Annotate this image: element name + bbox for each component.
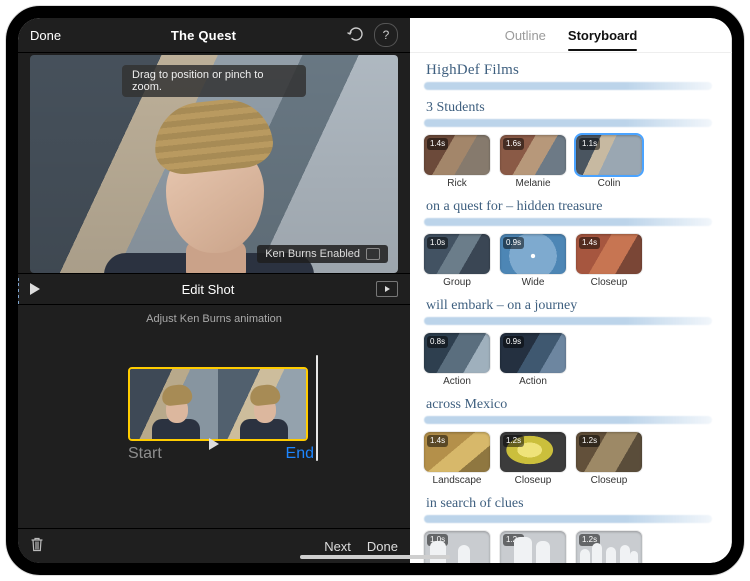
clip-duration: 1.6s bbox=[503, 138, 524, 150]
divider-brush bbox=[424, 511, 718, 525]
clip-thumbnail[interactable]: 1.2s bbox=[576, 531, 642, 563]
clip[interactable]: 1.2sMedium bbox=[500, 531, 566, 563]
clip-duration: 0.8s bbox=[427, 336, 448, 348]
divider-brush bbox=[424, 313, 718, 327]
clip-label: Closeup bbox=[591, 277, 628, 288]
end-frame[interactable] bbox=[218, 369, 306, 439]
editor-panel: Done The Quest ? Drag to position or pin… bbox=[18, 18, 410, 563]
clip[interactable]: 1.1s Colin bbox=[576, 135, 642, 189]
clip-duration: 0.9s bbox=[503, 237, 524, 249]
clip-thumbnail[interactable]: 1.2s bbox=[500, 432, 566, 472]
play-button[interactable] bbox=[209, 437, 219, 455]
home-indicator[interactable] bbox=[300, 555, 450, 559]
clip[interactable]: 1.6s Melanie bbox=[500, 135, 566, 189]
clip-row: 1.4s Landscape 1.2s Closeup 1.2s Closeup bbox=[424, 432, 718, 486]
clip-label: Melanie bbox=[515, 178, 550, 189]
silhouette-icon bbox=[576, 531, 642, 563]
split-grabber[interactable] bbox=[18, 278, 23, 304]
clip[interactable]: 1.2s Closeup bbox=[576, 432, 642, 486]
next-button[interactable]: Next bbox=[324, 539, 351, 554]
start-label[interactable]: Start bbox=[128, 445, 162, 463]
clip[interactable]: 0.9s Action bbox=[500, 333, 566, 387]
play-icon[interactable] bbox=[30, 283, 40, 295]
clip-thumbnail[interactable]: 1.4s bbox=[576, 234, 642, 274]
clip-duration: 1.2s bbox=[579, 435, 600, 447]
ken-burns-subtitle: Adjust Ken Burns animation bbox=[18, 305, 410, 325]
clip-row: 1.4s Rick 1.6s Melanie 1.1s Colin bbox=[424, 135, 718, 189]
done-button[interactable]: Done bbox=[30, 28, 61, 43]
clip-label: Colin bbox=[598, 178, 621, 189]
clip-duration: 1.0s bbox=[427, 237, 448, 249]
crop-icon bbox=[366, 248, 380, 260]
divider-brush bbox=[424, 214, 718, 228]
clip-row: 0.8s Action 0.9s Action bbox=[424, 333, 718, 387]
divider-brush bbox=[424, 412, 718, 426]
undo-button[interactable] bbox=[346, 25, 366, 46]
bottom-done-button[interactable]: Done bbox=[367, 539, 398, 554]
edit-shot-title: Edit Shot bbox=[40, 282, 376, 297]
right-tabs: Outline Storyboard bbox=[410, 18, 732, 53]
clip[interactable]: 0.9s Wide bbox=[500, 234, 566, 288]
clip-row: 1.0sWide1.2sMedium1.2sGroup bbox=[424, 531, 718, 563]
clip-label: Rick bbox=[447, 178, 466, 189]
storyboard-panel: Outline Storyboard HighDef Films 3 Stude… bbox=[410, 18, 732, 563]
clip[interactable]: 1.0s Group bbox=[424, 234, 490, 288]
clip-thumbnail[interactable]: 0.8s bbox=[424, 333, 490, 373]
ken-burns-frames[interactable] bbox=[128, 367, 308, 441]
clip-thumbnail[interactable]: 1.4s bbox=[424, 135, 490, 175]
clip-thumbnail[interactable]: 0.9s bbox=[500, 333, 566, 373]
start-frame[interactable] bbox=[130, 369, 218, 439]
clip-thumbnail[interactable]: 1.2s bbox=[576, 432, 642, 472]
project-title: The Quest bbox=[69, 28, 338, 43]
video-preview[interactable]: Drag to position or pinch to zoom. Ken B… bbox=[30, 55, 398, 273]
clip-duration: 1.4s bbox=[427, 138, 448, 150]
clip-thumbnail[interactable]: 0.9s bbox=[500, 234, 566, 274]
ken-burns-editor: Start End bbox=[18, 325, 410, 485]
clip[interactable]: 1.4s Closeup bbox=[576, 234, 642, 288]
clip-thumbnail[interactable]: 1.2s bbox=[500, 531, 566, 563]
clip[interactable]: 1.4s Landscape bbox=[424, 432, 490, 486]
clip-label: Landscape bbox=[433, 475, 482, 486]
clip-duration: 1.2s bbox=[503, 435, 524, 447]
trash-button[interactable] bbox=[30, 536, 44, 556]
clip-duration: 1.4s bbox=[427, 435, 448, 447]
tab-outline[interactable]: Outline bbox=[505, 28, 546, 43]
edit-shot-bar: Edit Shot bbox=[18, 273, 410, 305]
clip-duration: 0.9s bbox=[503, 336, 524, 348]
gesture-hint: Drag to position or pinch to zoom. bbox=[122, 65, 306, 97]
clip-row: 1.0s Group 0.9s Wide 1.4s Closeup bbox=[424, 234, 718, 288]
ipad-device: Done The Quest ? Drag to position or pin… bbox=[6, 6, 744, 575]
clip-duration: 1.4s bbox=[579, 237, 600, 249]
clip-label: Action bbox=[443, 376, 471, 387]
clip[interactable]: 1.2sGroup bbox=[576, 531, 642, 563]
screen: Done The Quest ? Drag to position or pin… bbox=[18, 18, 732, 563]
playhead[interactable] bbox=[316, 355, 318, 461]
end-label[interactable]: End bbox=[286, 445, 314, 463]
clip-label: Group bbox=[443, 277, 471, 288]
tab-storyboard[interactable]: Storyboard bbox=[568, 28, 637, 43]
ken-burns-badge[interactable]: Ken Burns Enabled bbox=[257, 245, 388, 263]
clip-thumbnail[interactable]: 1.1s bbox=[576, 135, 642, 175]
slideshow-button[interactable] bbox=[376, 281, 398, 297]
editor-topbar: Done The Quest ? bbox=[18, 18, 410, 53]
clip-thumbnail[interactable]: 1.0s bbox=[424, 234, 490, 274]
clip-thumbnail[interactable]: 1.6s bbox=[500, 135, 566, 175]
clip[interactable]: 1.4s Rick bbox=[424, 135, 490, 189]
clip[interactable]: 0.8s Action bbox=[424, 333, 490, 387]
divider-brush bbox=[424, 78, 718, 92]
clip-label: Closeup bbox=[515, 475, 552, 486]
project-name: HighDef Films bbox=[424, 60, 718, 80]
silhouette-icon bbox=[500, 531, 566, 563]
clip-label: Wide bbox=[522, 277, 545, 288]
storyboard-scroll[interactable]: HighDef Films 3 Students1.4sRick1.6sMela… bbox=[410, 52, 732, 563]
preview-subject bbox=[74, 93, 274, 273]
clip[interactable]: 1.2s Closeup bbox=[500, 432, 566, 486]
ken-burns-badge-text: Ken Burns Enabled bbox=[265, 248, 360, 260]
clip-label: Action bbox=[519, 376, 547, 387]
clip-label: Closeup bbox=[591, 475, 628, 486]
divider-brush bbox=[424, 115, 718, 129]
clip-thumbnail[interactable]: 1.4s bbox=[424, 432, 490, 472]
clip-duration: 1.1s bbox=[579, 138, 600, 150]
help-button[interactable]: ? bbox=[374, 23, 398, 47]
